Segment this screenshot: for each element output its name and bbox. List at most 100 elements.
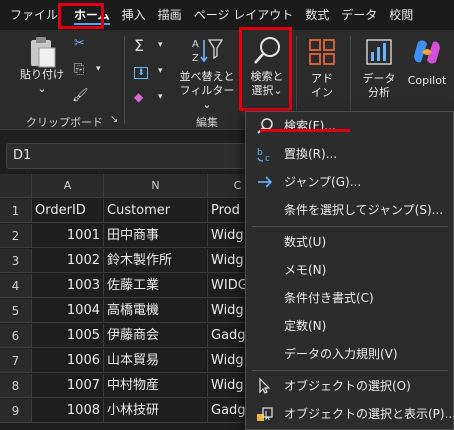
select-all-corner[interactable] [0,174,32,198]
menu-item-replace[interactable]: b c 置換(R)... [246,140,453,168]
menu-item-label: 条件を選択してジャンプ(S)... [284,203,444,217]
addins-label-2: イン [311,86,333,99]
data-analysis-label-1: データ [362,72,396,85]
replace-icon: b c [257,148,270,162]
menu-item-label: オブジェクトの選択と表示(P)... [284,407,454,421]
menu-item-find[interactable]: 検索(F)... [246,112,453,140]
copy-icon[interactable]: ⎘ [74,62,84,77]
tab-page-layout[interactable]: ページ レイアウト [188,0,300,30]
row-header[interactable]: 3 [0,249,32,273]
column-header-a[interactable]: A [32,174,104,198]
name-box[interactable]: D1 [6,143,246,169]
menu-separator [252,370,448,371]
find-item-highlight [260,129,350,132]
row-header[interactable]: 4 [0,274,32,298]
ribbon-tab-bar: ファイル ホーム 挿入 描画 ページ レイアウト 数式 データ 校閲 [0,0,454,30]
fill-down-icon: ⬇ [134,67,148,79]
data-analysis-button[interactable]: データ 分析 [356,36,402,106]
cell-n3[interactable]: 鈴木製作所 [104,249,208,273]
cell-a9[interactable]: 1008 [32,399,104,423]
copy-dropdown-arrow[interactable]: ▾ [96,64,101,74]
row-header[interactable]: 2 [0,224,32,248]
cell-a6[interactable]: 1005 [32,324,104,348]
sort-filter-label-2: フィルター⌄ [179,84,235,111]
find-select-button[interactable]: 検索と 選択⌄ [242,36,292,106]
autosum-dropdown-arrow[interactable]: ▾ [158,40,163,50]
cell-n4[interactable]: 佐藤工業 [104,274,208,298]
tab-data[interactable]: データ [335,0,383,30]
menu-item-label: ジャンプ(G)... [284,175,362,189]
selection-pane-icon [257,407,273,421]
row-header[interactable]: 1 [0,199,32,223]
find-select-menu: 検索(F)... b c 置換(R)... ジャンプ(G)... 条件を選択して… [245,111,454,430]
menu-item-selection-pane[interactable]: オブジェクトの選択と表示(P)... [246,400,454,428]
tab-insert[interactable]: 挿入 [116,0,152,30]
tab-draw[interactable]: 描画 [152,0,188,30]
cell-n6[interactable]: 伊藤商会 [104,324,208,348]
paste-label: 貼り付け [20,68,64,81]
cell-n2[interactable]: 田中商事 [104,224,208,248]
cell-n9[interactable]: 小林技研 [104,399,208,423]
autosum-icon[interactable]: Σ [134,36,144,55]
menu-item-conditional-formatting[interactable]: 条件付き書式(C) [246,284,453,312]
row-header[interactable]: 6 [0,324,32,348]
cell-a3[interactable]: 1002 [32,249,104,273]
copilot-icon [414,40,440,64]
cell-a4[interactable]: 1003 [32,274,104,298]
cell-n5[interactable]: 高橋電機 [104,299,208,323]
row-header[interactable]: 7 [0,349,32,373]
tab-file[interactable]: ファイル [0,0,68,30]
cursor-icon [259,378,271,394]
fill-dropdown-arrow[interactable]: ▾ [158,66,163,76]
svg-text:A: A [192,39,199,50]
row-header[interactable]: 9 [0,399,32,423]
copilot-label: Copilot [407,74,447,87]
tab-home[interactable]: ホーム [68,0,116,30]
sort-filter-button[interactable]: A Z 並べ替えと フィルター⌄ [176,36,238,111]
clear-icon[interactable]: ◆ [134,90,143,104]
paste-button[interactable]: 貼り付け ⌄ [14,36,70,102]
menu-item-goto-special[interactable]: 条件を選択してジャンプ(S)... [246,196,453,224]
cell-n7[interactable]: 山本貿易 [104,349,208,373]
cell-a5[interactable]: 1004 [32,299,104,323]
menu-item-select-objects[interactable]: オブジェクトの選択(O) [246,372,453,400]
menu-item-formulas[interactable]: 数式(U) [246,228,453,256]
svg-text:Z: Z [192,53,199,64]
cell-n8[interactable]: 中村物産 [104,374,208,398]
clipboard-launcher-icon[interactable]: ↘ [110,114,118,125]
ribbon-separator [124,36,125,124]
menu-item-data-validation[interactable]: データの入力規則(V) [246,340,453,368]
fill-icon[interactable]: ⬇ [134,64,148,79]
svg-text:c: c [265,154,270,162]
menu-item-label: 定数(N) [284,319,327,333]
cell-a7[interactable]: 1006 [32,349,104,373]
cut-icon[interactable]: ✂ [74,36,85,51]
sort-filter-icon: A Z [192,39,223,64]
menu-item-goto[interactable]: ジャンプ(G)... [246,168,453,196]
cell-a1[interactable]: OrderID [32,199,104,223]
format-painter-icon[interactable]: 🖌 [72,88,89,103]
data-analysis-icon [366,39,392,65]
clipboard-icon [31,37,56,68]
row-header[interactable]: 8 [0,374,32,398]
data-analysis-label-2: 分析 [368,86,390,99]
clear-dropdown-arrow[interactable]: ▾ [158,92,163,102]
addins-icon [309,39,335,65]
menu-item-constants[interactable]: 定数(N) [246,312,453,340]
menu-item-label: メモ(N) [284,263,327,277]
column-header-n[interactable]: N [104,174,208,198]
addins-button[interactable]: アド イン [302,36,342,106]
menu-separator [252,226,448,227]
paste-dropdown-arrow[interactable]: ⌄ [14,82,70,96]
cell-a8[interactable]: 1007 [32,374,104,398]
copilot-button[interactable]: Copilot [402,36,452,106]
menu-item-label: データの入力規則(V) [284,347,398,361]
menu-item-label: 条件付き書式(C) [284,291,374,305]
cell-n1[interactable]: Customer [104,199,208,223]
row-header[interactable]: 5 [0,299,32,323]
svg-text:b: b [257,148,263,158]
tab-formulas[interactable]: 数式 [299,0,335,30]
menu-item-notes[interactable]: メモ(N) [246,256,453,284]
tab-review[interactable]: 校閲 [383,0,419,30]
cell-a2[interactable]: 1001 [32,224,104,248]
